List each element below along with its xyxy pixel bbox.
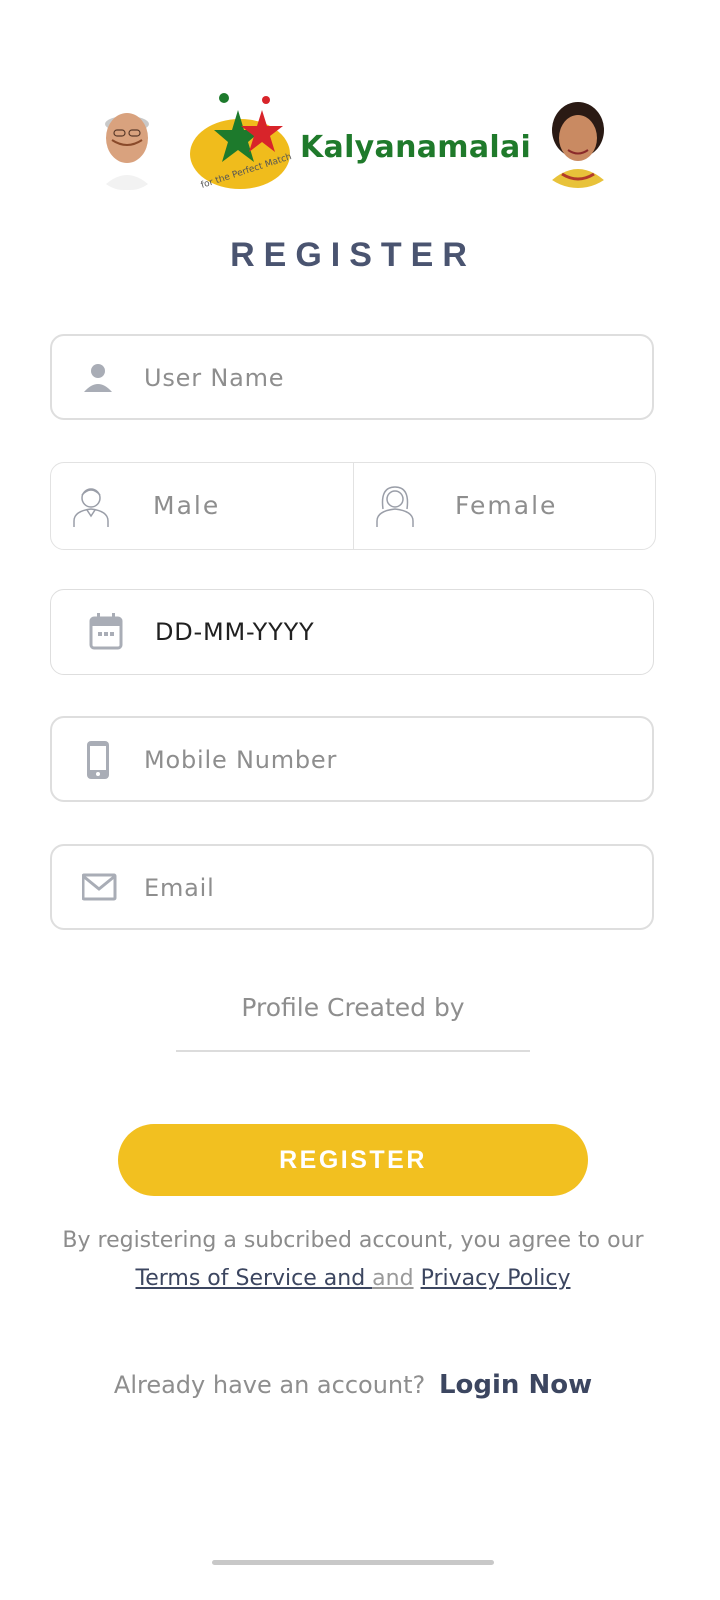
login-now-link[interactable]: Login Now — [439, 1370, 592, 1400]
profile-created-by-placeholder: Profile Created by — [241, 993, 465, 1022]
female-avatar-icon — [373, 483, 417, 529]
kalyanamalai-logo: for the Perfect Match Kalyanamalai — [188, 92, 532, 202]
mobile-field[interactable]: Mobile Number — [50, 716, 654, 802]
mail-icon — [81, 868, 122, 908]
login-prompt-text: Already have an account? — [113, 1371, 426, 1399]
phone-icon — [82, 740, 122, 780]
terms-of-service-link[interactable]: Terms of Service and — [136, 1266, 373, 1291]
dob-value: DD-MM-YYYY — [155, 618, 315, 646]
calendar-icon — [89, 612, 129, 652]
gender-selector: Male Female — [50, 462, 656, 550]
founder-photo-left — [94, 94, 160, 190]
login-prompt: Already have an account? Login Now — [0, 1370, 706, 1400]
home-indicator[interactable] — [212, 1560, 494, 1565]
username-field[interactable]: User Name — [50, 334, 654, 420]
founder-photo-right — [532, 96, 624, 188]
person-icon — [82, 358, 122, 398]
male-avatar-icon — [71, 483, 115, 529]
and-connector: and — [372, 1266, 414, 1291]
gender-male-label: Male — [153, 491, 221, 520]
terms-notice: By registering a subcribed account, you … — [0, 1222, 706, 1298]
mobile-placeholder: Mobile Number — [144, 746, 338, 774]
gender-female-option[interactable]: Female — [353, 463, 655, 549]
profile-created-by-select[interactable]: Profile Created by — [176, 990, 530, 1052]
page-title: REGISTER — [230, 236, 476, 274]
dob-field[interactable]: DD-MM-YYYY — [50, 589, 654, 675]
gender-male-option[interactable]: Male — [51, 463, 354, 549]
username-placeholder: User Name — [144, 364, 285, 392]
terms-notice-text: By registering a subcribed account, you … — [62, 1228, 644, 1253]
email-placeholder: Email — [144, 874, 215, 902]
brand-name: Kalyanamalai — [300, 130, 532, 165]
privacy-policy-link[interactable]: Privacy Policy — [421, 1266, 571, 1291]
email-field[interactable]: Email — [50, 844, 654, 930]
gender-female-label: Female — [455, 491, 558, 520]
register-button[interactable]: REGISTER — [118, 1124, 588, 1196]
